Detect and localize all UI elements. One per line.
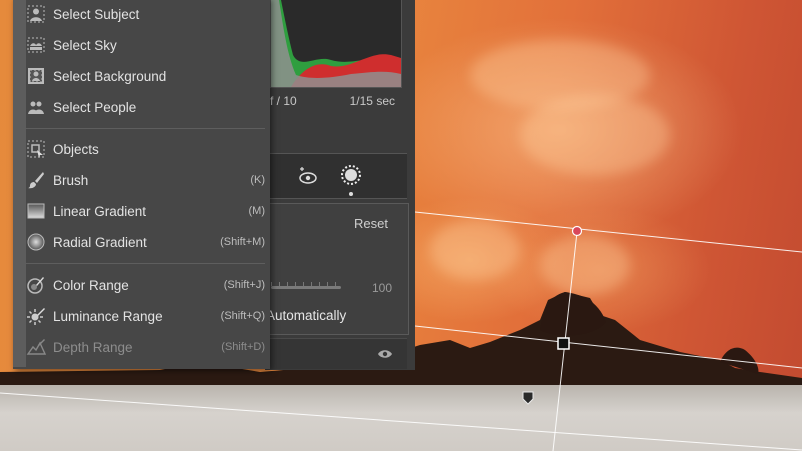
linear-gradient-icon — [25, 200, 47, 222]
menu-item-shortcut: (M) — [248, 205, 266, 217]
select-sky-icon — [25, 34, 47, 56]
gradient-center-line[interactable] — [414, 325, 802, 369]
select-people-icon — [25, 96, 47, 118]
menu-item-radial-gradient[interactable]: Radial Gradient (Shift+M) — [25, 228, 270, 256]
menu-separator — [25, 128, 265, 129]
select-subject-icon — [25, 3, 47, 25]
menu-item-shortcut: (Shift+Q) — [220, 310, 265, 322]
menu-item-label: Select Sky — [53, 37, 117, 53]
amount-value[interactable]: 100 — [372, 281, 392, 295]
menu-item-label: Radial Gradient — [53, 234, 147, 250]
mask-layer-row[interactable] — [265, 338, 407, 369]
menu-item-label: Linear Gradient — [53, 203, 147, 219]
auto-option-label[interactable]: Automatically — [266, 308, 346, 323]
objects-icon — [25, 138, 47, 160]
color-range-icon — [25, 274, 47, 296]
masking-icon[interactable] — [339, 163, 363, 187]
gradient-center-handle[interactable] — [557, 337, 570, 350]
masking-tools-row — [265, 153, 407, 199]
menu-item-shortcut: (Shift+J) — [223, 279, 265, 291]
aperture-value: f / 10 — [270, 94, 297, 108]
menu-item-select-sky[interactable]: Select Sky — [25, 31, 270, 59]
menu-item-label: Select People — [53, 99, 137, 115]
active-tool-dot — [349, 192, 353, 196]
luminance-range-icon — [25, 305, 47, 327]
menu-item-shortcut: (Shift+M) — [220, 236, 265, 248]
depth-range-icon — [25, 336, 47, 358]
menu-item-select-subject[interactable]: Select Subject — [25, 0, 270, 28]
menu-item-label: Objects — [53, 141, 99, 157]
amount-slider[interactable] — [271, 286, 341, 289]
reset-button[interactable]: Reset — [354, 216, 388, 231]
menu-item-label: Luminance Range — [53, 308, 163, 324]
menu-item-shortcut: (K) — [250, 174, 265, 186]
mask-settings-panel: Reset 100 Automatically — [265, 203, 409, 335]
histogram — [270, 0, 402, 88]
menu-item-depth-range: Depth Range (Shift+D) — [25, 333, 270, 361]
menu-item-label: Color Range — [53, 277, 129, 293]
menu-item-label: Select Background — [53, 68, 167, 84]
gradient-rotation-handle[interactable] — [571, 225, 583, 237]
create-mask-menu: Select Subject Select Sky Select Backgro… — [13, 0, 270, 369]
brush-icon — [25, 169, 47, 191]
gradient-bottom-line[interactable] — [0, 392, 802, 451]
mask-pin-icon[interactable] — [522, 391, 534, 405]
menu-item-label: Brush — [53, 172, 89, 188]
eye-icon[interactable] — [377, 347, 393, 359]
menu-item-select-people[interactable]: Select People — [25, 93, 270, 121]
shutter-value: 1/15 sec — [349, 94, 395, 108]
menu-item-select-background[interactable]: Select Background — [25, 62, 270, 90]
menu-item-brush[interactable]: Brush (K) — [25, 166, 270, 194]
menu-item-label: Depth Range — [53, 339, 133, 355]
menu-item-shortcut: (Shift+D) — [221, 341, 265, 353]
redeye-icon[interactable] — [297, 166, 319, 186]
menu-separator — [25, 263, 265, 264]
menu-item-label: Select Subject — [53, 6, 140, 22]
select-background-icon — [25, 65, 47, 87]
gradient-top-line[interactable] — [414, 211, 802, 253]
menu-item-linear-gradient[interactable]: Linear Gradient (M) — [25, 197, 270, 225]
radial-gradient-icon — [25, 231, 47, 253]
menu-item-luminance-range[interactable]: Luminance Range (Shift+Q) — [25, 302, 270, 330]
exif-info: f / 10 1/15 sec — [270, 90, 405, 112]
menu-item-objects[interactable]: Objects — [25, 135, 270, 163]
menu-item-color-range[interactable]: Color Range (Shift+J) — [25, 271, 270, 299]
